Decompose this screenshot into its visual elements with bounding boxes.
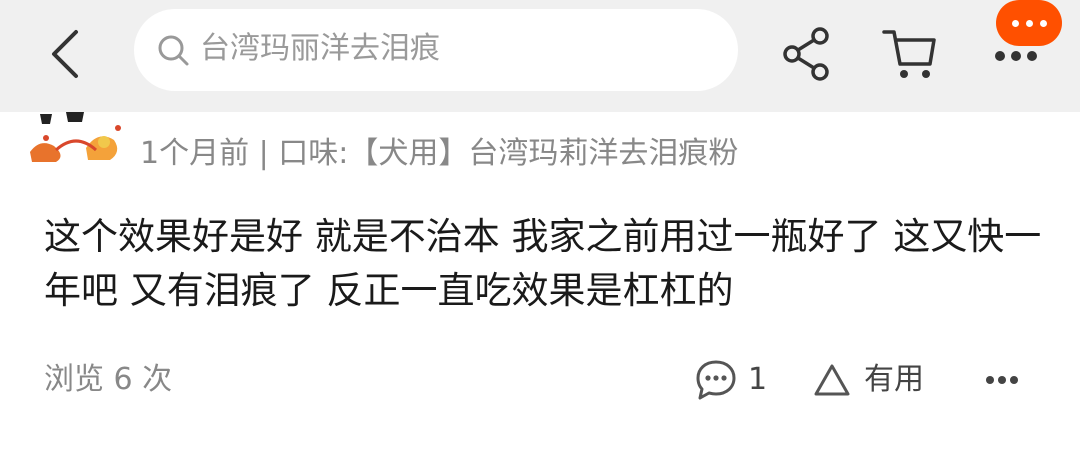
- view-count: 浏览 6 次: [44, 362, 173, 397]
- share-button[interactable]: [780, 26, 836, 86]
- comment-count[interactable]: 1: [748, 358, 767, 402]
- avatar-image: [26, 112, 126, 164]
- review-meta: 1个月前 | 口味:【犬用】台湾玛莉洋去泪痕粉: [140, 136, 739, 171]
- dot-icon: [1012, 20, 1019, 27]
- dot-icon: [1026, 20, 1033, 27]
- cart-button[interactable]: [880, 26, 940, 86]
- search-bar[interactable]: 台湾玛丽洋去泪痕: [134, 9, 738, 91]
- chevron-left-icon: [52, 30, 78, 78]
- avatar[interactable]: [26, 112, 126, 164]
- search-icon: [158, 35, 189, 66]
- back-button[interactable]: [42, 24, 90, 84]
- dot-icon: [1040, 20, 1047, 27]
- more-options-icon[interactable]: [984, 374, 1020, 386]
- comment-icon[interactable]: [694, 358, 738, 402]
- more-dots-icon[interactable]: [992, 46, 1040, 66]
- thumbs-up-triangle-icon[interactable]: [812, 362, 852, 398]
- useful-button[interactable]: 有用: [864, 358, 924, 402]
- top-bar: 台湾玛丽洋去泪痕: [0, 0, 1080, 112]
- more-menu-badge[interactable]: [996, 0, 1062, 46]
- cart-icon: [882, 30, 936, 78]
- share-icon: [783, 27, 829, 81]
- review-text: 这个效果好是好 就是不治本 我家之前用过一瓶好了 这又快一年吧 又有泪痕了 反正…: [44, 215, 1042, 312]
- search-query-text: 台湾玛丽洋去泪痕: [200, 31, 440, 66]
